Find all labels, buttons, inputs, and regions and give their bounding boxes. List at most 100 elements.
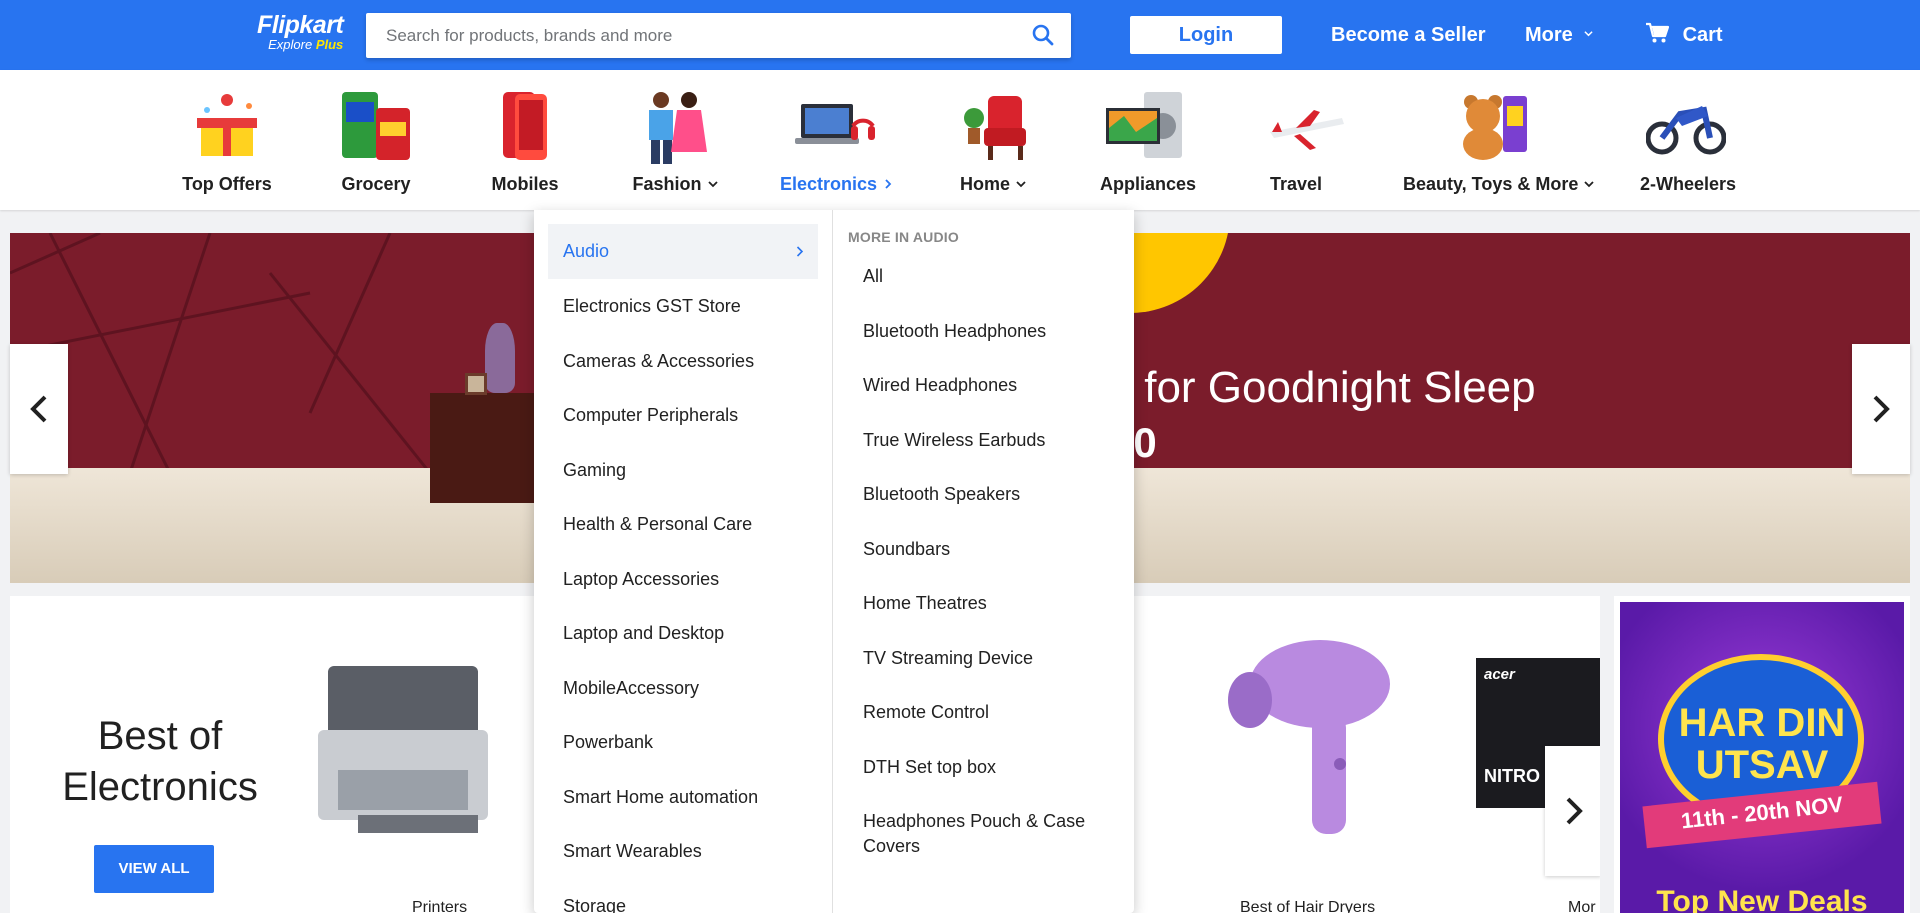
subcategory-all[interactable]: All (863, 264, 1103, 289)
dropdown-item-powerbank[interactable]: Powerbank (548, 715, 818, 770)
category-label: Electronics (780, 174, 892, 195)
dropdown-item-health[interactable]: Health & Personal Care (548, 497, 818, 552)
cart-label: Cart (1682, 24, 1723, 46)
promo-title: HAR DIN UTSAV (1620, 702, 1904, 786)
more-label: More (1525, 24, 1573, 46)
subcategory-true-wireless-earbuds[interactable]: True Wireless Earbuds (863, 428, 1103, 453)
category-grocery[interactable]: Grocery (336, 88, 416, 195)
category-home[interactable]: Home (958, 88, 1028, 195)
category-label: Appliances (1100, 174, 1197, 194)
dropdown-item-gaming[interactable]: Gaming (548, 443, 818, 498)
home-icon (958, 88, 1038, 164)
mobiles-icon (485, 88, 565, 164)
top-header: Flipkart Explore Plus Login Become a Sel… (0, 0, 1920, 70)
logo-name: Flipkart (257, 11, 344, 39)
view-all-button[interactable]: VIEW ALL (94, 845, 214, 893)
section-title-line1: Best of (97, 714, 223, 758)
dropdown-item-storage[interactable]: Storage (548, 879, 818, 913)
dropdown-item-audio[interactable]: Audio (548, 224, 818, 279)
promo-ad-image: HAR DIN UTSAV 11th - 20th NOV Top New De… (1620, 602, 1904, 913)
dropdown-item-smart-home[interactable]: Smart Home automation (548, 770, 818, 825)
category-travel[interactable]: Travel (1266, 88, 1344, 195)
subcategory-bluetooth-speakers[interactable]: Bluetooth Speakers (863, 482, 1103, 507)
subcategory-remote-control[interactable]: Remote Control (863, 700, 1103, 725)
more-menu[interactable]: More (1525, 22, 1593, 48)
subcategory-tv-streaming[interactable]: TV Streaming Device (863, 646, 1103, 671)
category-label: Travel (1269, 174, 1323, 194)
login-button[interactable]: Login (1130, 16, 1282, 54)
subcategory-wired-headphones[interactable]: Wired Headphones (863, 373, 1103, 398)
category-two-wheelers[interactable]: 2-Wheelers (1640, 88, 1737, 195)
category-beauty-toys[interactable]: Beauty, Toys & More (1403, 88, 1595, 195)
chevron-down-icon (1584, 31, 1593, 37)
banner-frame-image (465, 373, 487, 395)
electronics-icon (795, 88, 875, 164)
two-wheelers-icon (1645, 88, 1727, 164)
promo-deals: Top New Deals (1656, 885, 1868, 913)
travel-icon (1266, 88, 1346, 164)
beauty-toys-icon (1451, 88, 1531, 164)
subcategory-heading: MORE IN AUDIO (848, 229, 959, 245)
become-seller-link[interactable]: Become a Seller (1331, 22, 1486, 48)
dropdown-subcategory-list: MORE IN AUDIO All Bluetooth Headphones W… (848, 210, 1134, 913)
chevron-right-icon (796, 246, 804, 257)
category-electronics[interactable]: Electronics (780, 88, 892, 195)
fashion-icon (635, 88, 715, 164)
banner-prev-button[interactable] (10, 344, 68, 474)
search-bar (366, 13, 1071, 58)
subcategory-dth-set-top-box[interactable]: DTH Set top box (863, 755, 1103, 780)
promo-ad-card[interactable]: HAR DIN UTSAV 11th - 20th NOV Top New De… (1614, 596, 1910, 913)
section-title: Best of Electronics (30, 711, 290, 813)
top-offers-icon (187, 88, 267, 164)
category-appliances[interactable]: Appliances (1100, 88, 1197, 195)
category-label: Fashion (630, 174, 720, 195)
chevron-left-icon (30, 395, 47, 423)
electronics-label: Electronics (780, 174, 878, 194)
flipkart-logo[interactable]: Flipkart Explore Plus (257, 11, 344, 52)
category-strip: Top Offers Grocery Mobiles Fashion Elect… (0, 70, 1920, 210)
subcategory-headphones-pouch[interactable]: Headphones Pouch & Case Covers (863, 809, 1103, 859)
category-label: Home (958, 174, 1028, 195)
home-label: Home (959, 174, 1010, 194)
product-label-printers[interactable]: Printers (412, 899, 467, 913)
cart-link[interactable]: Cart (1645, 22, 1723, 48)
category-label: Mobiles (491, 174, 559, 194)
chevron-right-icon (1873, 395, 1890, 423)
subcategory-home-theatres[interactable]: Home Theatres (863, 591, 1103, 616)
subcategory-soundbars[interactable]: Soundbars (863, 537, 1103, 562)
grocery-icon (336, 88, 416, 164)
promo-line2: UTSAV (1695, 743, 1829, 787)
dropdown-item-mobile-accessory[interactable]: MobileAccessory (548, 661, 818, 716)
electronics-dropdown: Audio Electronics GST Store Cameras & Ac… (534, 210, 1134, 913)
category-label: Top Offers (182, 174, 272, 194)
search-input[interactable] (386, 13, 1006, 58)
dropdown-item-laptop-accessories[interactable]: Laptop Accessories (548, 552, 818, 607)
beauty-toys-label: Beauty, Toys & More (1403, 174, 1579, 194)
dropdown-item-laptop-desktop[interactable]: Laptop and Desktop (548, 606, 818, 661)
category-fashion[interactable]: Fashion (630, 88, 720, 195)
banner-next-button[interactable] (1852, 344, 1910, 474)
product-label-more[interactable]: Mor (1568, 899, 1596, 913)
chevron-down-icon (707, 181, 718, 188)
carousel-next-button[interactable] (1545, 746, 1600, 876)
appliances-icon (1104, 88, 1184, 164)
search-icon[interactable] (1031, 23, 1055, 47)
logo-sub-prefix: Explore (268, 37, 313, 52)
chevron-right-icon (885, 179, 892, 189)
hair-dryer-image[interactable] (1220, 624, 1400, 854)
chevron-right-icon (1566, 797, 1583, 825)
dropdown-item-gst-store[interactable]: Electronics GST Store (548, 279, 818, 334)
laptop-model: NITRO (1484, 766, 1540, 786)
dropdown-item-computer-peripherals[interactable]: Computer Peripherals (548, 388, 818, 443)
category-top-offers[interactable]: Top Offers (182, 88, 272, 195)
dropdown-item-cameras[interactable]: Cameras & Accessories (548, 334, 818, 389)
subcategory-bluetooth-headphones[interactable]: Bluetooth Headphones (863, 319, 1103, 344)
category-label: 2-Wheelers (1640, 174, 1737, 194)
banner-title: s for Goodnight Sleep (1110, 363, 1536, 412)
printer-image[interactable] (318, 660, 498, 850)
category-mobiles[interactable]: Mobiles (485, 88, 565, 195)
logo-subtitle: Explore Plus (257, 38, 343, 52)
dropdown-item-smart-wearables[interactable]: Smart Wearables (548, 824, 818, 879)
product-label-hair-dryers[interactable]: Best of Hair Dryers (1240, 899, 1375, 913)
fashion-label: Fashion (632, 174, 702, 194)
